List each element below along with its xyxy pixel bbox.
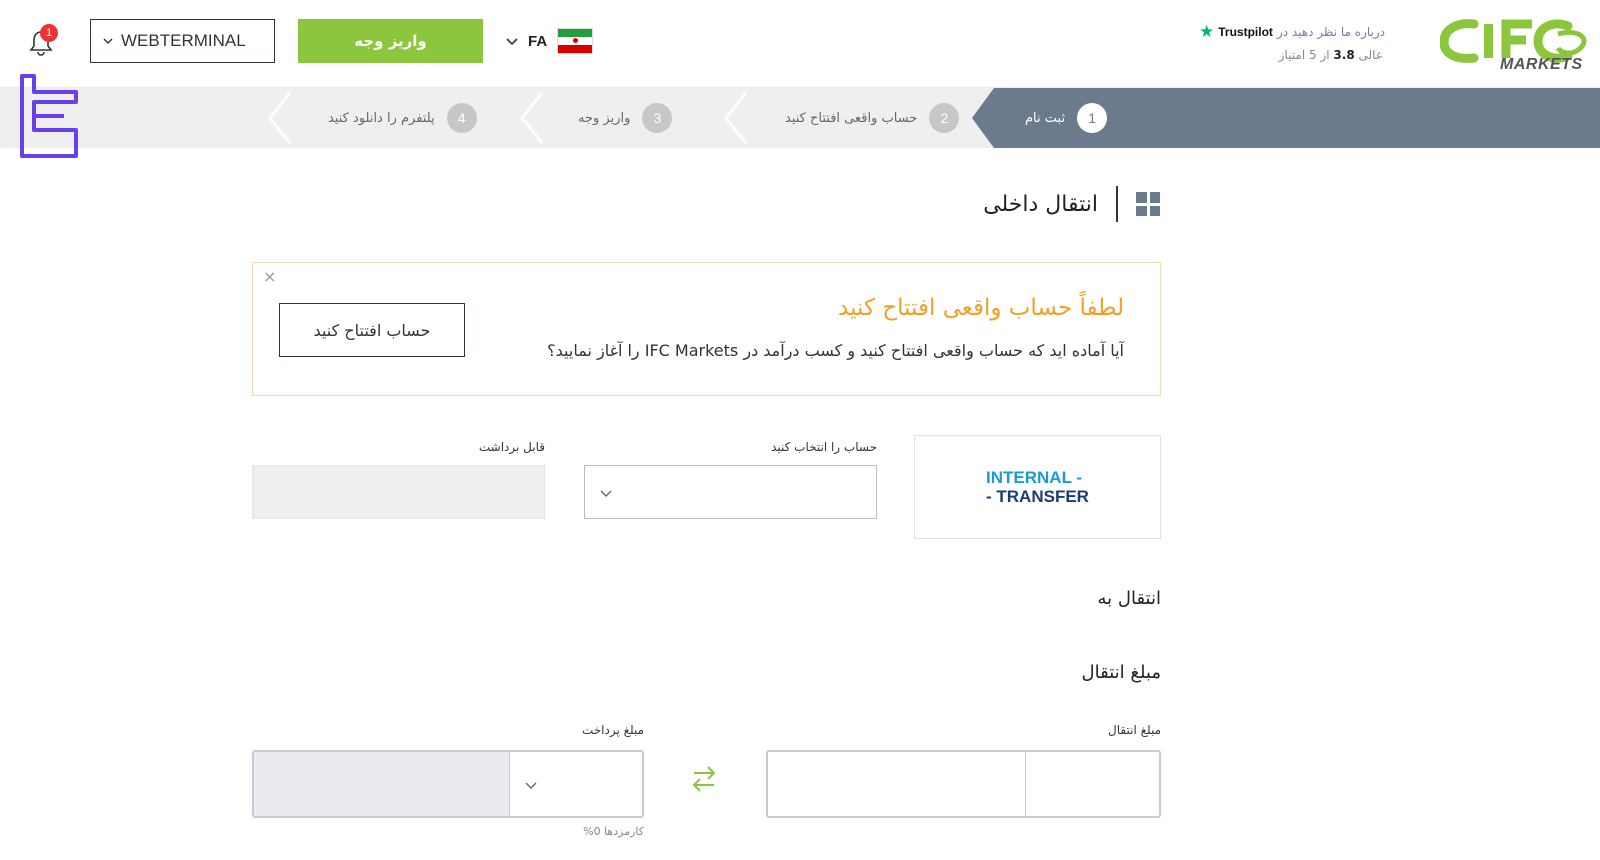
- step-number: 4: [446, 103, 477, 133]
- step-separator-icon: [724, 92, 748, 144]
- page-title: انتقال داخلی: [983, 191, 1098, 217]
- step-label: حساب واقعی افتتاح کنید: [785, 110, 918, 126]
- select-account-label: حساب را انتخاب کنید: [771, 440, 877, 454]
- step-4[interactable]: 4 پلتفرم را دانلود کنید: [328, 102, 477, 134]
- watermark-logo-icon: [20, 74, 78, 158]
- transfer-to-heading: انتقال به: [1097, 588, 1162, 609]
- terminal-select[interactable]: WEBTERMINAL: [90, 19, 275, 63]
- payment-amount-field: [252, 750, 644, 818]
- withdrawable-label: قابل برداشت: [478, 440, 545, 454]
- chevron-down-icon: [506, 38, 518, 46]
- step-separator-icon: [268, 92, 292, 144]
- withdrawable-field: [252, 465, 545, 519]
- internal-transfer-logo: INTERNAL - - TRANSFER: [986, 468, 1089, 506]
- payment-amount-value: [254, 752, 509, 816]
- account-select[interactable]: [584, 465, 877, 519]
- top-header: 1 WEBTERMINAL واریز وجه FA درباره ما نظر…: [0, 0, 1600, 88]
- transfer-amount-input[interactable]: [768, 752, 1025, 816]
- trustpilot-prompt: درباره ما نظر دهید در: [1276, 25, 1385, 39]
- payment-amount-label: مبلغ پرداخت: [581, 723, 644, 737]
- internal-transfer-logo-line2: - TRANSFER: [986, 487, 1089, 506]
- step-2[interactable]: 2 حساب واقعی افتتاح کنید: [785, 102, 960, 134]
- grid-icon[interactable]: [1136, 192, 1160, 216]
- step-number: 2: [929, 103, 960, 133]
- page-header: انتقال داخلی: [980, 186, 1160, 222]
- trustpilot-rating-suffix: از 5 امتیاز: [1278, 48, 1330, 62]
- transfer-amount-field[interactable]: [766, 750, 1161, 818]
- trustpilot-star-icon: ★: [1198, 22, 1215, 42]
- registration-steps: 1 ثبت نام 2 حساب واقعی افتتاح کنید 3 وار…: [0, 88, 1600, 148]
- language-code: FA: [528, 32, 548, 50]
- transfer-currency: [1025, 752, 1159, 816]
- internal-transfer-method[interactable]: INTERNAL - - TRANSFER: [914, 435, 1161, 539]
- step-number: 1: [1077, 103, 1108, 133]
- step-label: واریز وجه: [578, 110, 631, 126]
- open-account-notice: × لطفاً حساب واقعی افتتاح کنید آیا آماده…: [252, 262, 1161, 396]
- step-3[interactable]: 3 واریز وجه: [578, 102, 673, 134]
- title-divider: [1116, 186, 1118, 222]
- step-label: پلتفرم را دانلود کنید: [328, 110, 435, 126]
- trustpilot-score: 3.8: [1333, 48, 1355, 62]
- trustpilot-rating-word: عالی: [1358, 48, 1383, 62]
- transfer-amount-label: مبلغ انتقال: [1108, 723, 1161, 737]
- internal-transfer-logo-line1: INTERNAL -: [986, 468, 1083, 487]
- terminal-select-value: WEBTERMINAL: [121, 31, 246, 50]
- step-separator-icon: [520, 92, 544, 144]
- chevron-down-icon: [600, 490, 612, 497]
- payment-currency-select[interactable]: [509, 752, 642, 816]
- chevron-down-icon: [103, 38, 113, 44]
- notice-text: آیا آماده اید که حساب واقعی افتتاح کنید …: [547, 341, 1124, 360]
- open-account-button[interactable]: حساب افتتاح کنید: [279, 303, 465, 357]
- flag-iran-icon: [557, 28, 594, 54]
- deposit-button[interactable]: واریز وجه: [298, 19, 483, 63]
- logo-markets-text: MARKETS: [1500, 56, 1583, 73]
- transfer-amount-heading: مبلغ انتقال: [1081, 662, 1161, 683]
- step-label: ثبت نام: [1025, 110, 1066, 126]
- notification-badge: 1: [40, 24, 58, 42]
- trustpilot-widget[interactable]: درباره ما نظر دهید در Trustpilot ★ عالی …: [1190, 22, 1385, 62]
- language-selector[interactable]: FA: [506, 28, 594, 54]
- step-number: 3: [642, 103, 673, 133]
- step-1[interactable]: 1 ثبت نام: [1025, 102, 1108, 134]
- notice-title: لطفاً حساب واقعی افتتاح کنید: [838, 295, 1124, 321]
- trustpilot-brand: Trustpilot: [1218, 25, 1273, 39]
- swap-arrows-icon[interactable]: [690, 764, 718, 794]
- chevron-down-icon: [525, 782, 537, 789]
- close-icon[interactable]: ×: [263, 269, 279, 285]
- fees-text: کارمزدها 0%: [583, 825, 644, 838]
